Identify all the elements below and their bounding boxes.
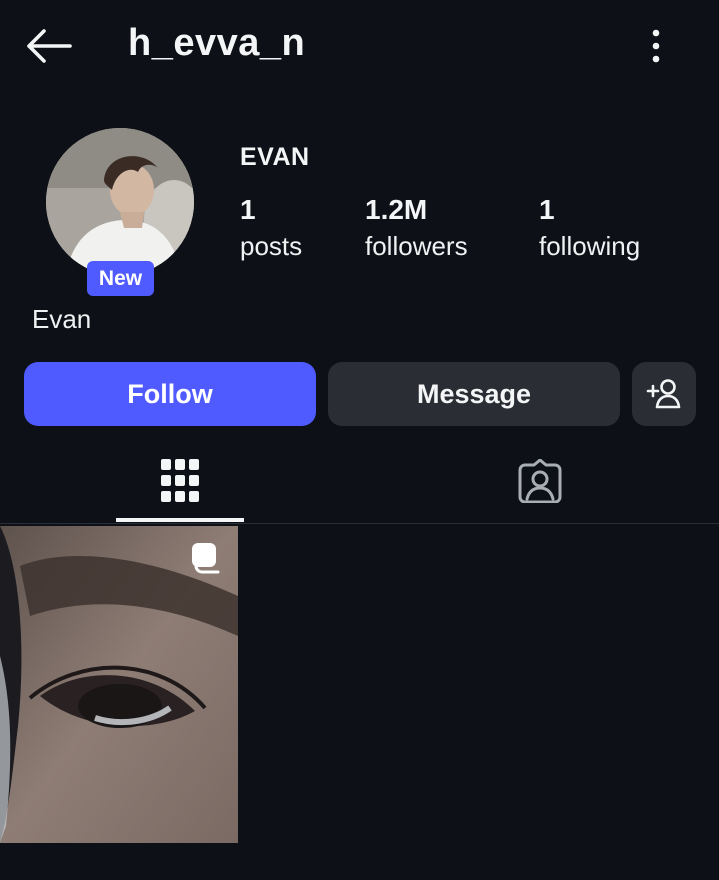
- tagged-person-icon: [518, 459, 562, 503]
- stat-posts-label: posts: [240, 231, 303, 261]
- profile-tabs: [0, 440, 719, 524]
- add-user-icon: [646, 379, 681, 409]
- profile-username: h_evva_n: [128, 22, 306, 64]
- more-vertical-icon: [652, 29, 660, 63]
- header: h_evva_n: [0, 0, 719, 92]
- grid-icon: [161, 459, 199, 502]
- profile-screen: h_evva_n New EVAN 1 posts 1.2M followers…: [0, 0, 719, 880]
- stat-followers-count: 1.2M: [365, 194, 428, 225]
- multiple-images-icon: [188, 540, 224, 581]
- add-user-button[interactable]: [632, 362, 696, 426]
- tab-posts-grid[interactable]: [116, 440, 244, 522]
- back-button[interactable]: [22, 24, 74, 68]
- active-tab-indicator: [116, 518, 244, 522]
- bio-name: Evan: [32, 304, 92, 334]
- stat-followers-label: followers: [365, 231, 468, 261]
- stat-followers[interactable]: 1.2M followers: [365, 192, 468, 264]
- avatar[interactable]: [46, 128, 194, 276]
- avatar-portrait-image: [46, 128, 194, 276]
- more-options-button[interactable]: [636, 24, 676, 68]
- tab-tagged[interactable]: [476, 440, 604, 522]
- arrow-left-icon: [27, 29, 72, 63]
- follow-button[interactable]: Follow: [24, 362, 316, 426]
- avatar-photo: [46, 128, 194, 276]
- message-button[interactable]: Message: [328, 362, 620, 426]
- stat-posts[interactable]: 1 posts: [240, 192, 302, 264]
- stat-following[interactable]: 1 following: [539, 192, 640, 264]
- stat-following-label: following: [539, 231, 641, 261]
- stat-following-count: 1: [539, 194, 555, 225]
- profile-display-name: EVAN: [240, 143, 310, 171]
- stat-posts-count: 1: [240, 194, 256, 225]
- new-badge: New: [87, 261, 154, 296]
